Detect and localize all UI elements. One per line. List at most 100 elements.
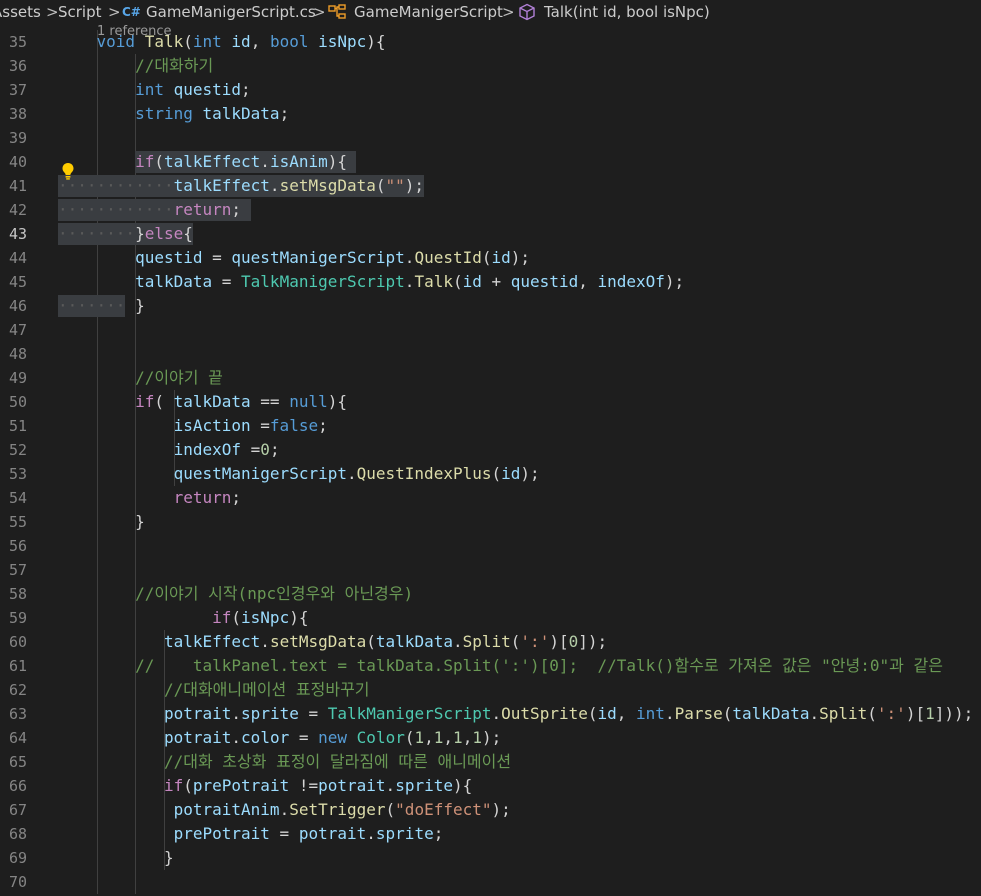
code-token: SetTrigger [289,800,386,819]
code-line[interactable]: 63 potrait.sprite = TalkManigerScript.Ou… [0,702,981,726]
code-line[interactable]: 57 [0,558,981,582]
code-line[interactable]: 44 questid = questManigerScript.QuestId(… [0,246,981,270]
code-line[interactable]: 58 //이야기 시작(npc인경우와 아닌경우) [0,582,981,606]
code-line[interactable]: 50 if( talkData == null){ [0,390,981,414]
code-line[interactable]: 70 [0,870,981,894]
line-number: 61 [8,657,27,675]
code-token: . [269,176,280,195]
code-token: . [260,152,270,171]
code-line[interactable]: 48 [0,342,981,366]
code-line[interactable]: 36 //대화하기 [0,54,981,78]
code-line[interactable]: 60 talkEffect.setMsgData(talkData.Split(… [0,630,981,654]
code-token: return [173,200,232,219]
code-line[interactable]: 55 } [0,510,981,534]
code-token: ( [231,608,242,627]
code-token: new [318,728,348,747]
breadcrumb-class[interactable]: GameManigerScript [354,3,503,21]
code-line[interactable]: 38 string talkData; [0,102,981,126]
code-token: setMsgData [269,632,367,651]
csharp-file-icon: C# [122,5,141,19]
code-line[interactable]: 42 return; [0,198,981,222]
code-token: { [183,224,193,243]
code-token: //이야기 끝 [135,368,223,387]
code-line[interactable]: 35 void Talk(int id, bool isNpc){ [0,30,981,54]
code-line[interactable]: 54 return; [0,486,981,510]
code-token: != [289,776,319,795]
breadcrumb-script-folder[interactable]: Script [58,3,102,21]
code-line[interactable]: 66 if(prePotrait !=potrait.sprite){ [0,774,981,798]
code-token: . [231,704,242,723]
code-token: ; [241,80,251,99]
line-number: 53 [8,465,27,483]
line-number: 43 [8,225,27,243]
code-line[interactable]: 49 //이야기 끝 [0,366,981,390]
code-line[interactable]: 37 int questid; [0,78,981,102]
code-token: ( [510,632,521,651]
code-token: ; [279,104,290,123]
code-token: return [173,488,232,507]
line-number: 62 [8,681,27,699]
code-token: ( [183,776,193,795]
code-line[interactable]: 43 }else{ [0,222,981,246]
code-token: ){ [366,32,386,51]
code-line[interactable]: 45 talkData = TalkManigerScript.Talk(id … [0,270,981,294]
code-line[interactable]: 56 [0,534,981,558]
code-line[interactable]: 41 talkEffect.setMsgData(""); [0,174,981,198]
code-line[interactable]: 68 prePotrait = potrait.sprite; [0,822,981,846]
code-token: ); [491,800,511,819]
code-line[interactable]: 64 potrait.color = new Color(1,1,1,1); [0,726,981,750]
code-token: = [241,440,261,459]
code-text: if( talkData == null){ [58,390,347,414]
code-line[interactable]: 40 if(talkEffect.isAnim){ [0,150,981,174]
code-line[interactable]: 69 } [0,846,981,870]
code-line[interactable]: 65 //대화 초상화 표정이 달라짐에 따른 애니메이션 [0,750,981,774]
code-token: 0 [568,632,579,651]
code-text: void Talk(int id, bool isNpc){ [58,30,386,54]
code-text: potrait.color = new Color(1,1,1,1); [58,726,501,750]
code-token: talkEffect [173,176,270,195]
code-token: . [491,704,502,723]
breadcrumb-method[interactable]: Talk(int id, bool isNpc) [544,3,710,21]
code-line[interactable]: 46 } [0,294,981,318]
lightbulb-icon[interactable] [61,162,75,180]
code-token: isAction [173,416,251,435]
code-line[interactable]: 51 isAction =false; [0,414,981,438]
code-token: talkEffect [163,152,261,171]
code-token: questid [135,248,203,267]
code-editor[interactable]: 1 reference ············ ············ ····… [0,24,981,896]
code-line[interactable]: 52 indexOf =0; [0,438,981,462]
code-token: //이야기 시작(npc인경우와 아닌경우) [135,584,414,603]
breadcrumb: Assets > Script > C# GameManigerScript.c… [0,0,981,24]
code-text: string talkData; [58,102,289,126]
code-token: ; [269,440,280,459]
chevron-right-icon: > [108,3,121,21]
line-number: 58 [8,585,27,603]
line-number: 44 [8,249,27,267]
code-line[interactable]: 67 potraitAnim.SetTrigger("doEffect"); [0,798,981,822]
line-number: 42 [8,201,27,219]
code-line[interactable]: 62 //대화애니메이션 표정바꾸기 [0,678,981,702]
line-number: 64 [8,729,27,747]
code-token: ); [404,176,425,195]
code-token: prePotrait [192,776,290,795]
code-token: id [462,272,482,291]
code-line[interactable]: 47 [0,318,981,342]
code-token: "" [385,176,405,195]
code-line[interactable]: 59 if(isNpc){ [0,606,981,630]
code-text: //대화 초상화 표정이 달라짐에 따른 애니메이션 [58,750,511,774]
breadcrumb-assets[interactable]: Assets [0,3,41,21]
breadcrumb-file[interactable]: GameManigerScript.cs [146,3,316,21]
code-line[interactable]: 39 [0,126,981,150]
code-token: ])); [934,704,974,723]
code-token: = [202,248,232,267]
code-line[interactable]: 61 // talkPanel.text = talkData.Split(':… [0,654,981,678]
code-token: . [385,776,396,795]
code-token: //대화애니메이션 표정바꾸기 [163,680,370,699]
code-line[interactable]: 53 questManigerScript.QuestIndexPlus(id)… [0,462,981,486]
